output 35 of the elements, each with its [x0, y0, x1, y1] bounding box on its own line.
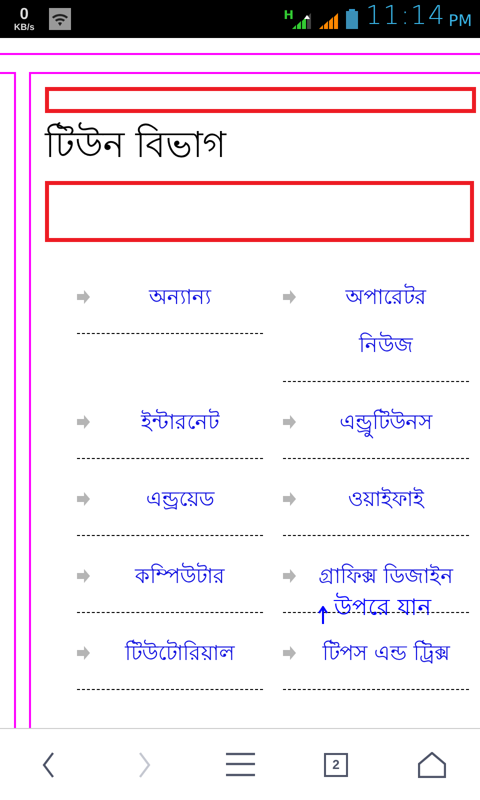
battery-icon [346, 9, 358, 29]
clock-time: 11:14 [366, 3, 446, 29]
wifi-icon [48, 8, 71, 30]
arrow-icon [77, 290, 90, 304]
category-link[interactable]: এন্ড্রয়েড [146, 475, 214, 523]
arrow-icon [77, 646, 90, 660]
arrow-icon [77, 415, 90, 429]
arrow-icon [283, 290, 296, 304]
forward-icon [138, 752, 150, 778]
speed-value: 0 [20, 6, 29, 22]
back-icon [42, 752, 54, 778]
arrow-icon [77, 569, 90, 583]
section-title: টিউন বিভাগ [45, 121, 476, 171]
category-link[interactable]: ওয়াইফাই [348, 475, 424, 523]
menu-icon [226, 752, 254, 777]
category-link[interactable]: অন্যান্য [149, 273, 211, 321]
home-icon [418, 752, 446, 778]
arrow-icon [283, 569, 296, 583]
speed-unit: KB/s [14, 22, 35, 32]
clock-suffix: PM [448, 13, 472, 29]
arrow-icon [283, 415, 296, 429]
category-link[interactable]: টিউটোরিয়াল [125, 629, 235, 677]
signal-icon [318, 13, 338, 29]
arrow-icon [283, 492, 296, 506]
category-link[interactable]: কম্পিউটার [135, 552, 225, 600]
signal-icon [292, 13, 311, 29]
arrow-icon [283, 646, 296, 660]
up-arrow-icon [318, 606, 328, 624]
category-link[interactable]: ইন্টারনেট [141, 398, 219, 446]
category-link[interactable]: এন্ড্রুটিউনস [340, 398, 432, 446]
category-link[interactable]: টিপস এন্ড ট্রিক্স [322, 629, 450, 677]
category-link[interactable]: অপারেটর নিউজ [317, 273, 455, 369]
tabs-button[interactable]: 2 [311, 744, 361, 784]
arrow-icon [77, 492, 90, 506]
network-type: H [284, 9, 294, 21]
